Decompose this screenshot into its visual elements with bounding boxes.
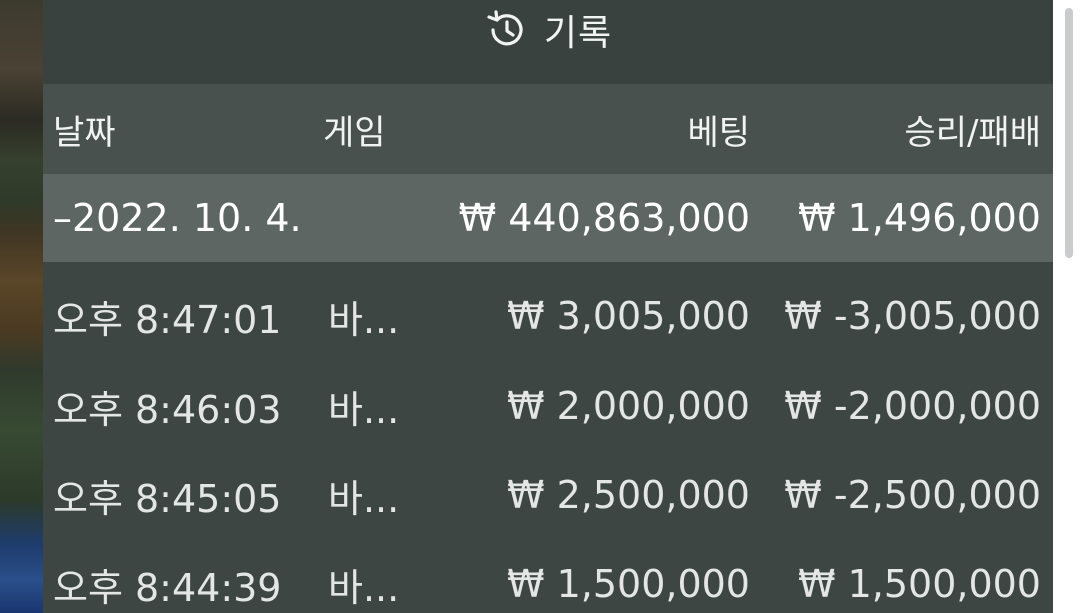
history-header: 기록 (43, 0, 1053, 84)
history-title: 기록 (43, 0, 1053, 60)
history-row-bet: ₩ 2,500,000 (506, 473, 750, 517)
column-header-game[interactable]: 게임 (323, 84, 386, 174)
date-group-bet-total: ₩ 440,863,000 (458, 196, 750, 240)
column-header-row: 날짜 게임 베팅 승리/패배 (43, 84, 1053, 174)
history-row-time: 오후 8:44:39 (53, 565, 282, 610)
date-group-date: –2022. 10. 4. (53, 196, 302, 240)
history-row-game: 바... (328, 476, 400, 521)
column-header-result[interactable]: 승리/패배 (904, 84, 1041, 174)
history-row-bet: ₩ 2,000,000 (506, 384, 750, 428)
column-header-date[interactable]: 날짜 (53, 84, 116, 174)
history-row-result: ₩ -2,500,000 (784, 473, 1041, 517)
history-row-time: 오후 8:47:01 (53, 297, 282, 342)
date-group-result-total: ₩ 1,496,000 (797, 196, 1041, 240)
history-row-game: 바... (328, 565, 400, 610)
history-row-time: 오후 8:45:05 (53, 476, 282, 521)
history-row-bet: ₩ 1,500,000 (506, 562, 750, 606)
history-title-text: 기록 (543, 13, 613, 54)
history-icon (484, 7, 530, 53)
history-panel: 기록 날짜 게임 베팅 승리/패배 –2022. 10. 4. ₩ 440,86… (43, 0, 1053, 613)
history-row-result: ₩ -2,000,000 (784, 384, 1041, 428)
history-row[interactable]: 오후 8:47:01 바... ₩ 3,005,000 ₩ -3,005,000 (43, 272, 1053, 360)
history-row-bet: ₩ 3,005,000 (506, 294, 750, 338)
scroll-indicator[interactable] (1065, 8, 1073, 258)
history-row-time: 오후 8:46:03 (53, 387, 282, 432)
history-row-result: ₩ -3,005,000 (784, 294, 1041, 338)
history-row[interactable]: 오후 8:45:05 바... ₩ 2,500,000 ₩ -2,500,000 (43, 451, 1053, 539)
history-row-game: 바... (328, 297, 400, 342)
history-row[interactable]: 오후 8:46:03 바... ₩ 2,000,000 ₩ -2,000,000 (43, 362, 1053, 450)
history-row-result: ₩ 1,500,000 (797, 562, 1041, 606)
date-group-row[interactable]: –2022. 10. 4. ₩ 440,863,000 ₩ 1,496,000 (43, 174, 1053, 262)
column-header-bet[interactable]: 베팅 (687, 84, 750, 174)
history-row[interactable]: 오후 8:44:39 바... ₩ 1,500,000 ₩ 1,500,000 (43, 540, 1053, 613)
history-row-game: 바... (328, 387, 400, 432)
